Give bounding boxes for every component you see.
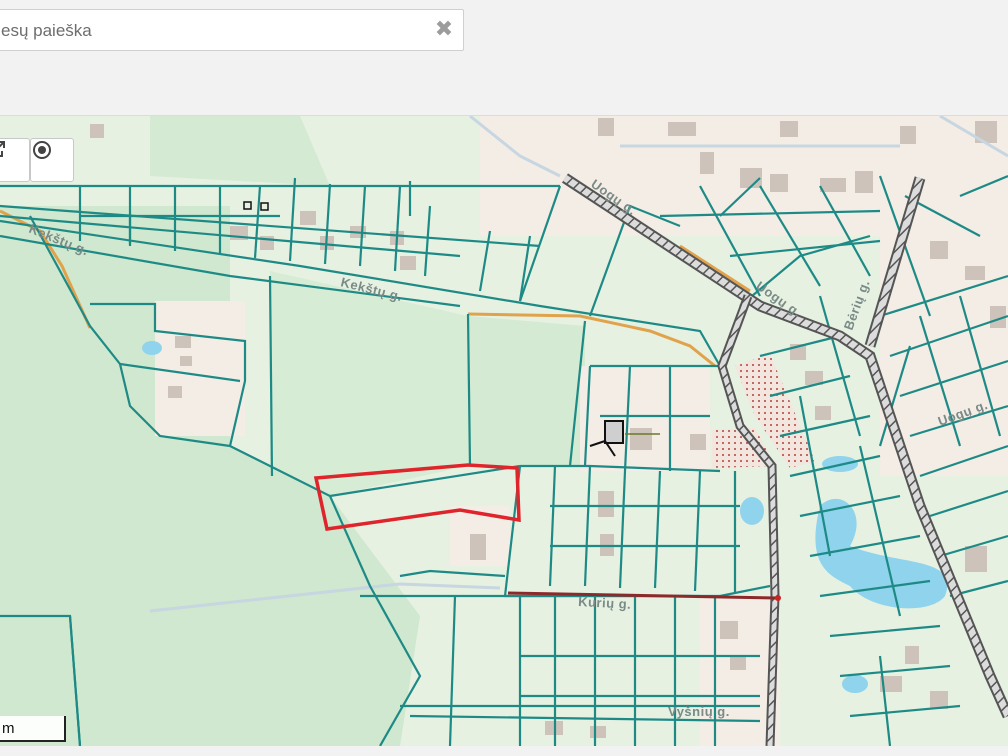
water-body	[740, 497, 764, 525]
water-body	[842, 675, 868, 693]
search-input[interactable]: esų paieška	[1, 21, 92, 41]
street-label: Kurių g.	[578, 594, 632, 612]
scale-label: m	[2, 720, 15, 737]
target-icon	[33, 141, 51, 159]
share-icon	[0, 141, 5, 157]
map-view[interactable]: Kekštų g. Kekštų g. Uogų g. Uogų g. Uogų…	[0, 116, 1008, 746]
close-icon[interactable]: ✖	[433, 19, 455, 41]
share-button[interactable]	[0, 138, 30, 182]
forest-area	[468, 316, 585, 466]
map-canvas[interactable]: Kekštų g. Kekštų g. Uogų g. Uogų g. Uogų…	[0, 116, 1008, 746]
bottom-strip	[0, 746, 1008, 756]
locate-button[interactable]	[30, 138, 74, 182]
water-body	[142, 341, 162, 355]
built-area	[580, 366, 710, 471]
top-toolbar: esų paieška ✖	[0, 0, 1008, 116]
road-node	[775, 595, 781, 601]
forest-area	[150, 116, 330, 186]
street-label: Vyšnių g.	[668, 704, 730, 719]
built-area	[155, 301, 245, 436]
search-box[interactable]: esų paieška ✖	[0, 9, 464, 51]
scale-bar: m	[0, 716, 66, 742]
